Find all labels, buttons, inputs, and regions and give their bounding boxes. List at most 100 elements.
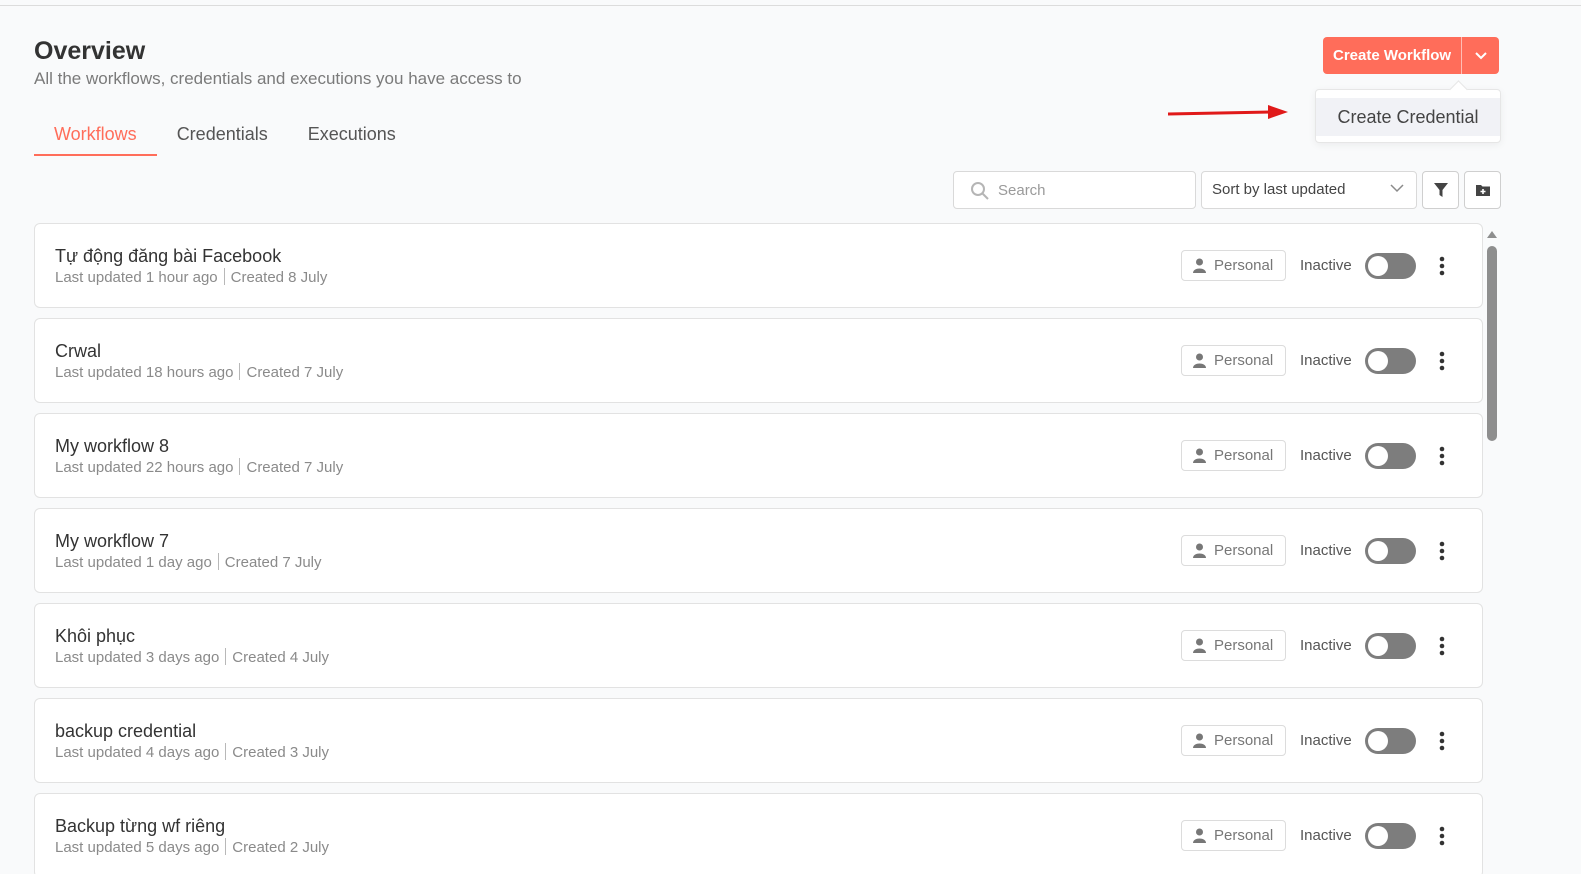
add-folder-button[interactable] — [1464, 171, 1501, 209]
owner-badge-label: Personal — [1214, 637, 1274, 654]
workflow-updated: Last updated 22 hours ago — [55, 459, 234, 476]
workflow-name[interactable]: backup credential — [55, 721, 196, 742]
chevron-down-icon — [1474, 51, 1487, 59]
more-options-icon[interactable] — [1439, 730, 1445, 752]
workflow-meta: Last updated 1 hour ago Created 8 July — [55, 268, 327, 286]
scrollbar-thumb[interactable] — [1487, 246, 1497, 441]
workflow-updated: Last updated 5 days ago — [55, 839, 220, 856]
toggle-knob — [1368, 351, 1388, 371]
toggle-knob — [1368, 541, 1388, 561]
tab-credentials[interactable]: Credentials — [157, 118, 288, 156]
search-input[interactable] — [998, 172, 1188, 208]
person-icon — [1193, 543, 1206, 558]
person-icon — [1193, 828, 1206, 843]
page-subtitle: All the workflows, credentials and execu… — [34, 69, 522, 88]
meta-divider — [223, 268, 225, 285]
scroll-up-icon[interactable] — [1486, 229, 1498, 239]
owner-badge-label: Personal — [1214, 352, 1274, 369]
workflow-meta: Last updated 18 hours ago Created 7 July — [55, 363, 343, 381]
workflow-card[interactable]: backup credential Last updated 4 days ag… — [34, 698, 1483, 783]
workflow-meta: Last updated 3 days ago Created 4 July — [55, 648, 329, 666]
person-icon — [1193, 353, 1206, 368]
workflow-active-toggle[interactable] — [1365, 728, 1416, 754]
workflow-meta: Last updated 5 days ago Created 2 July — [55, 838, 329, 856]
workflow-card[interactable]: My workflow 7 Last updated 1 day ago Crea… — [34, 508, 1483, 593]
owner-badge: Personal — [1181, 820, 1286, 851]
workflow-created: Created 7 July — [224, 554, 322, 571]
workflow-updated: Last updated 1 hour ago — [55, 269, 218, 286]
workflow-name[interactable]: My workflow 8 — [55, 436, 169, 457]
workflow-active-toggle[interactable] — [1365, 443, 1416, 469]
workflow-updated: Last updated 4 days ago — [55, 744, 220, 761]
owner-badge: Personal — [1181, 725, 1286, 756]
workflow-updated: Last updated 1 day ago — [55, 554, 212, 571]
workflow-created: Created 4 July — [232, 649, 330, 666]
workflow-status: Inactive — [1300, 447, 1352, 464]
workflow-created: Created 3 July — [232, 744, 330, 761]
person-icon — [1193, 448, 1206, 463]
owner-badge: Personal — [1181, 440, 1286, 471]
tab-executions[interactable]: Executions — [288, 118, 416, 156]
filter-icon — [1433, 183, 1448, 197]
owner-badge-label: Personal — [1214, 257, 1274, 274]
workflow-name[interactable]: Crwal — [55, 341, 101, 362]
workflow-card[interactable]: Khôi phục Last updated 3 days ago Created… — [34, 603, 1483, 688]
workflow-active-toggle[interactable] — [1365, 538, 1416, 564]
owner-badge: Personal — [1181, 535, 1286, 566]
meta-divider — [225, 838, 227, 855]
workflow-meta: Last updated 22 hours ago Created 7 July — [55, 458, 343, 476]
more-options-icon[interactable] — [1439, 255, 1445, 277]
meta-divider — [239, 363, 241, 380]
meta-divider — [225, 648, 227, 665]
create-workflow-split-button: Create Workflow — [1323, 37, 1500, 74]
create-credential-menu-item[interactable]: Create Credential — [1316, 98, 1500, 136]
workflow-active-toggle[interactable] — [1365, 253, 1416, 279]
workflow-created: Created 7 July — [246, 364, 344, 381]
create-workflow-button[interactable]: Create Workflow — [1323, 37, 1463, 74]
workflow-status: Inactive — [1300, 827, 1352, 844]
workflow-meta: Last updated 4 days ago Created 3 July — [55, 743, 329, 761]
more-options-icon[interactable] — [1439, 445, 1445, 467]
workflow-name[interactable]: Khôi phục — [55, 626, 135, 647]
meta-divider — [239, 458, 241, 475]
workflow-created: Created 2 July — [232, 839, 330, 856]
toggle-knob — [1368, 731, 1388, 751]
more-options-icon[interactable] — [1439, 350, 1445, 372]
workflow-active-toggle[interactable] — [1365, 633, 1416, 659]
tab-bar: Workflows Credentials Executions — [34, 118, 416, 156]
owner-badge: Personal — [1181, 250, 1286, 281]
workflow-name[interactable]: Tự động đăng bài Facebook — [55, 246, 281, 267]
filter-button[interactable] — [1422, 171, 1459, 209]
owner-badge-label: Personal — [1214, 542, 1274, 559]
meta-divider — [225, 743, 227, 760]
page-title: Overview — [34, 37, 146, 65]
create-dropdown-menu: Create Credential — [1315, 89, 1501, 143]
toggle-knob — [1368, 446, 1388, 466]
more-options-icon[interactable] — [1439, 635, 1445, 657]
person-icon — [1193, 733, 1206, 748]
create-options-toggle[interactable] — [1462, 37, 1499, 74]
person-icon — [1193, 638, 1206, 653]
workflow-status: Inactive — [1300, 637, 1352, 654]
tab-workflows[interactable]: Workflows — [34, 118, 157, 156]
toggle-knob — [1368, 256, 1388, 276]
more-options-icon[interactable] — [1439, 825, 1445, 847]
workflow-card[interactable]: My workflow 8 Last updated 22 hours ago C… — [34, 413, 1483, 498]
workflow-status: Inactive — [1300, 257, 1352, 274]
workflow-active-toggle[interactable] — [1365, 348, 1416, 374]
workflow-card[interactable]: Backup từng wf riêng Last updated 5 days… — [34, 793, 1483, 874]
chevron-down-icon — [1390, 184, 1404, 193]
workflow-active-toggle[interactable] — [1365, 823, 1416, 849]
workflow-updated: Last updated 3 days ago — [55, 649, 220, 666]
workflow-name[interactable]: My workflow 7 — [55, 531, 169, 552]
top-divider — [0, 5, 1581, 6]
workflow-name[interactable]: Backup từng wf riêng — [55, 816, 225, 837]
toggle-knob — [1368, 636, 1388, 656]
workflow-card[interactable]: Crwal Last updated 18 hours ago Created 7… — [34, 318, 1483, 403]
more-options-icon[interactable] — [1439, 540, 1445, 562]
workflow-card[interactable]: Tự động đăng bài Facebook Last updated 1… — [34, 223, 1483, 308]
workflow-created: Created 7 July — [246, 459, 344, 476]
sort-select[interactable]: Sort by last updated — [1201, 171, 1417, 209]
annotation-arrow-icon — [1168, 105, 1288, 119]
workflow-status: Inactive — [1300, 732, 1352, 749]
